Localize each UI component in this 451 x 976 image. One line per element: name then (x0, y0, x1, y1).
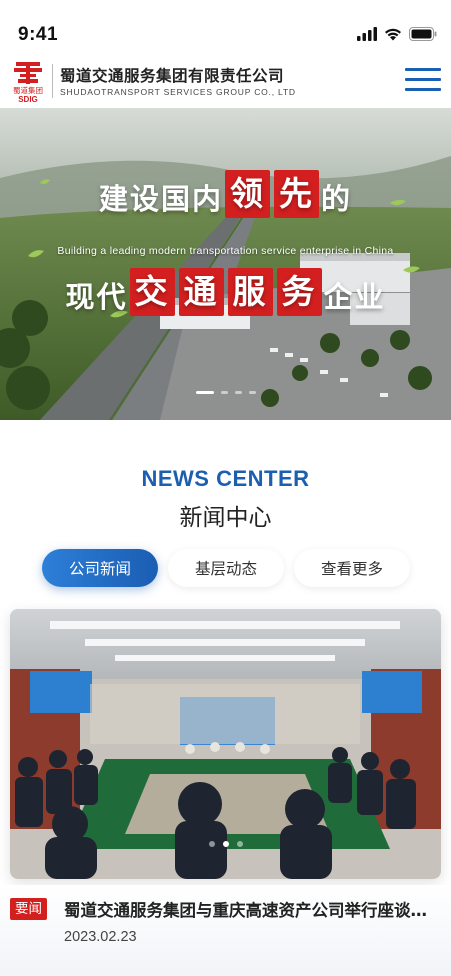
banner-dot[interactable] (234, 391, 242, 394)
wifi-icon (385, 28, 401, 41)
tab-company-news[interactable]: 公司新闻 (42, 549, 158, 587)
sdig-logo-icon: 蜀道集团 SDIG (13, 62, 43, 104)
hero-banner[interactable]: 建设国内领先的 Building a leading modern transp… (0, 108, 451, 420)
headline-badge: 要闻 (10, 898, 47, 920)
banner-pagination[interactable] (0, 391, 451, 394)
news-center-title-en: NEWS CENTER (141, 466, 310, 491)
news-date: 2023.02.23 (64, 929, 137, 945)
tab-grassroots-news[interactable]: 基层动态 (168, 549, 284, 587)
meeting-room-photo (10, 609, 441, 879)
logo-divider (52, 64, 53, 98)
svg-text:蜀道集团: 蜀道集团 (13, 85, 43, 95)
highway-landscape-image (0, 108, 451, 420)
news-center-title-cn: 新闻中心 (179, 505, 272, 531)
banner-headline-2: 现代交通服务企业 (0, 268, 451, 316)
company-name-en: SHUDAOTRANSPORT SERVICES GROUP CO., LTD (60, 87, 296, 97)
status-time: 9:41 (18, 24, 59, 45)
status-bar: 9:41 (0, 0, 451, 54)
news-carousel-pagination[interactable] (10, 841, 441, 847)
status-icons (357, 24, 437, 44)
featured-news-image[interactable] (10, 609, 441, 879)
company-logo[interactable]: 蜀道集团 SDIG (10, 60, 46, 104)
news-title[interactable]: 蜀道交通服务集团与重庆高速资产公司举行座谈交流 (64, 897, 436, 921)
carousel-dot-active[interactable] (222, 841, 229, 847)
banner-headline-1: 建设国内领先的 (0, 170, 451, 218)
banner-dot[interactable] (220, 391, 228, 394)
banner-dot[interactable] (248, 391, 256, 394)
tab-view-more[interactable]: 查看更多 (294, 549, 410, 587)
news-tabs: 公司新闻 基层动态 查看更多 (42, 549, 412, 587)
carousel-dot[interactable] (208, 841, 215, 847)
banner-subtitle-en: Building a leading modern transportation… (57, 245, 394, 257)
company-name-cn: 蜀道交通服务集团有限责任公司 (60, 67, 285, 85)
site-header: 蜀道集团 SDIG 蜀道交通服务集团有限责任公司 SHUDAOTRANSPORT… (0, 54, 451, 108)
featured-news-item[interactable]: 要闻 蜀道交通服务集团与重庆高速资产公司举行座谈交流 2023.02.23 (0, 885, 451, 976)
hamburger-menu-icon[interactable] (405, 68, 441, 94)
signal-icon (357, 27, 377, 41)
carousel-dot[interactable] (236, 841, 243, 847)
banner-dot-active[interactable] (195, 391, 214, 394)
battery-icon (409, 27, 437, 41)
svg-text:SDIG: SDIG (18, 95, 38, 104)
